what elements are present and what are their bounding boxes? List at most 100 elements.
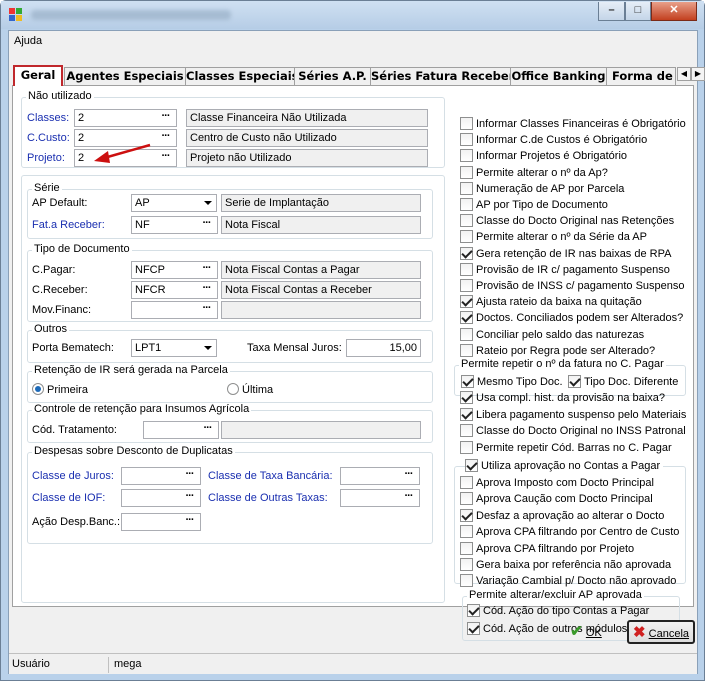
check-option[interactable]: Aprova Imposto com Docto Principal <box>460 476 654 492</box>
classe-taxa-bancaria-label[interactable]: Classe de Taxa Bancária: <box>208 470 333 482</box>
tab-series-ap[interactable]: Séries A.P. <box>294 67 371 85</box>
status-bar: Usuário mega <box>9 653 697 674</box>
tab-office-banking[interactable]: Office Banking <box>510 67 607 85</box>
check-option[interactable]: Permite alterar o nº da Série da AP <box>460 230 647 246</box>
classe-juros-label[interactable]: Classe de Juros: <box>32 470 114 482</box>
check-mesmo-tipo-doc[interactable]: Mesmo Tipo Doc. <box>461 375 563 391</box>
check-option[interactable]: Doctos. Conciliados podem ser Alterados? <box>460 311 683 327</box>
classe-outras-taxas-label[interactable]: Classe de Outras Taxas: <box>208 492 328 504</box>
classes-label[interactable]: Classes: <box>27 112 69 124</box>
tab-scroll-left-icon[interactable]: ◀ <box>677 67 691 81</box>
close-button[interactable]: ✕ <box>651 2 697 21</box>
check-label: Aprova Imposto com Docto Principal <box>476 477 654 489</box>
check-option[interactable]: Aprova Caução com Docto Principal <box>460 492 653 508</box>
classe-taxa-bancaria-lookup-button[interactable]: ··· <box>398 467 420 485</box>
check-option[interactable]: Variação Cambial p/ Docto não aprovado <box>460 574 676 590</box>
minimize-button[interactable]: – <box>598 2 625 21</box>
creceber-lookup-button[interactable]: ··· <box>196 281 218 299</box>
classe-iof-lookup-button[interactable]: ··· <box>179 489 201 507</box>
projeto-label[interactable]: Projeto: <box>27 152 65 164</box>
check-label: Informar Classes Financeiras é Obrigatór… <box>476 118 686 130</box>
tab-forma-de[interactable]: Forma de <box>606 67 676 85</box>
group-title: Outros <box>32 323 70 335</box>
check-tipo-doc-diferente[interactable]: Tipo Doc. Diferente <box>568 375 678 391</box>
porta-bematech-value: LPT1 <box>135 342 162 354</box>
check-option[interactable]: Provisão de IR c/ pagamento Suspenso <box>460 262 670 279</box>
check-cod-acao-contas-pagar[interactable]: Cód. Ação do tipo Contas a Pagar <box>467 604 649 620</box>
radio-primeira[interactable]: Primeira <box>32 383 88 399</box>
check-option[interactable]: Ajusta rateio da baixa na quitação <box>460 295 642 311</box>
ccusto-label[interactable]: C.Custo: <box>27 132 70 144</box>
porta-bematech-select[interactable]: LPT1 <box>131 339 217 357</box>
tab-series-fatura-receber[interactable]: Séries Fatura Receber <box>370 67 511 85</box>
check-option[interactable]: Provisão de INSS c/ pagamento Suspenso <box>460 279 685 295</box>
check-label: Permite alterar o nº da Ap? <box>476 166 608 179</box>
check-option[interactable]: Aprova CPA filtrando por Centro de Custo <box>460 525 679 541</box>
taxa-juros-label: Taxa Mensal Juros: <box>247 342 342 354</box>
creceber-input[interactable]: NFCR <box>131 281 197 299</box>
check-option[interactable]: Conciliar pelo saldo das naturezas <box>460 327 644 344</box>
tab-classes-especiais[interactable]: Classes Especiais <box>185 67 295 85</box>
check-option[interactable]: Gera baixa por referência não aprovada <box>460 558 671 574</box>
ap-default-select[interactable]: AP <box>131 194 217 212</box>
fat-receber-label[interactable]: Fat.a Receber: <box>32 219 105 231</box>
check-icon: ✔ <box>570 623 583 640</box>
classe-taxa-bancaria-input[interactable] <box>340 467 399 485</box>
menu-help[interactable]: Ajuda <box>14 35 42 47</box>
tab-scroll-right-icon[interactable]: ▶ <box>691 67 705 81</box>
acao-desp-banc-input[interactable] <box>121 513 180 531</box>
movfinanc-input[interactable] <box>131 301 197 319</box>
check-option[interactable]: AP por Tipo de Documento <box>460 198 608 214</box>
check-option[interactable]: Numeração de AP por Parcela <box>460 181 624 198</box>
check-option[interactable]: Informar C.de Custos é Obrigatório <box>460 133 647 149</box>
classe-iof-label[interactable]: Classe de IOF: <box>32 492 105 504</box>
cpagar-input[interactable]: NFCP <box>131 261 197 279</box>
classe-iof-input[interactable] <box>121 489 180 507</box>
check-option[interactable]: Usa compl. hist. da provisão na baixa? <box>460 391 665 407</box>
radio-ultima[interactable]: Última <box>227 383 273 399</box>
radio-selected-icon <box>32 383 44 395</box>
cod-tratamento-lookup-button[interactable]: ··· <box>197 421 219 439</box>
classes-input[interactable]: 2 <box>74 109 156 127</box>
taxa-juros-input[interactable]: 15,00 <box>346 339 421 357</box>
check-label: Aprova Caução com Docto Principal <box>476 493 653 506</box>
movfinanc-lookup-button[interactable]: ··· <box>196 301 218 319</box>
check-option[interactable]: Informar Projetos é Obrigatório <box>460 149 627 165</box>
acao-desp-banc-lookup-button[interactable]: ··· <box>179 513 201 531</box>
check-option[interactable]: Aprova CPA filtrando por Projeto <box>460 541 634 558</box>
ok-button[interactable]: ✔ OK <box>561 620 611 644</box>
radio-icon <box>227 383 239 395</box>
check-option[interactable]: Classe do Docto Original nas Retenções <box>460 214 674 230</box>
checkbox-icon <box>460 230 473 244</box>
cpagar-lookup-button[interactable]: ··· <box>196 261 218 279</box>
fat-receber-lookup-button[interactable]: ··· <box>196 216 218 234</box>
checkbox-icon <box>460 541 473 555</box>
check-option[interactable]: Desfaz a aprovação ao alterar o Docto <box>460 508 664 525</box>
classes-lookup-button[interactable]: ··· <box>155 109 177 127</box>
check-utiliza-aprovacao[interactable]: Utiliza aprovação no Contas a Pagar <box>465 459 664 475</box>
classes-description: Classe Financeira Não Utilizada <box>186 109 428 127</box>
check-option[interactable]: Permite alterar o nº da Ap? <box>460 165 608 182</box>
ccusto-lookup-button[interactable]: ··· <box>155 129 177 147</box>
classe-juros-lookup-button[interactable]: ··· <box>179 467 201 485</box>
check-option[interactable]: Gera retenção de IR nas baixas de RPA <box>460 246 671 263</box>
group-title: Série <box>32 182 62 194</box>
check-option[interactable]: Classe do Docto Original no INSS Patrona… <box>460 424 686 440</box>
group-tipo-documento: Tipo de Documento C.Pagar: NFCP ··· Nota… <box>27 243 433 322</box>
classe-outras-taxas-input[interactable] <box>340 489 399 507</box>
check-label: Informar C.de Custos é Obrigatório <box>476 134 648 147</box>
classe-outras-taxas-lookup-button[interactable]: ··· <box>398 489 420 507</box>
checkbox-checked-icon <box>465 459 478 472</box>
cancel-button[interactable]: ✖ Cancela <box>627 620 695 644</box>
tab-geral[interactable]: Geral <box>13 65 63 86</box>
tab-agentes-especiais[interactable]: Agentes Especiais <box>64 67 186 85</box>
classe-juros-input[interactable] <box>121 467 180 485</box>
check-option[interactable]: Informar Classes Financeiras é Obrigatór… <box>460 117 686 133</box>
title-bar[interactable]: – □ ✕ <box>1 1 704 29</box>
maximize-button[interactable]: □ <box>625 2 651 21</box>
check-option[interactable]: Libera pagamento suspenso pelo Materiais <box>460 407 686 424</box>
projeto-lookup-button[interactable]: ··· <box>155 149 177 167</box>
check-repetir-cod-barras[interactable]: Permite repetir Cód. Barras no C. Pagar <box>460 441 672 457</box>
fat-receber-input[interactable]: NF <box>131 216 197 234</box>
cod-tratamento-input[interactable] <box>143 421 198 439</box>
